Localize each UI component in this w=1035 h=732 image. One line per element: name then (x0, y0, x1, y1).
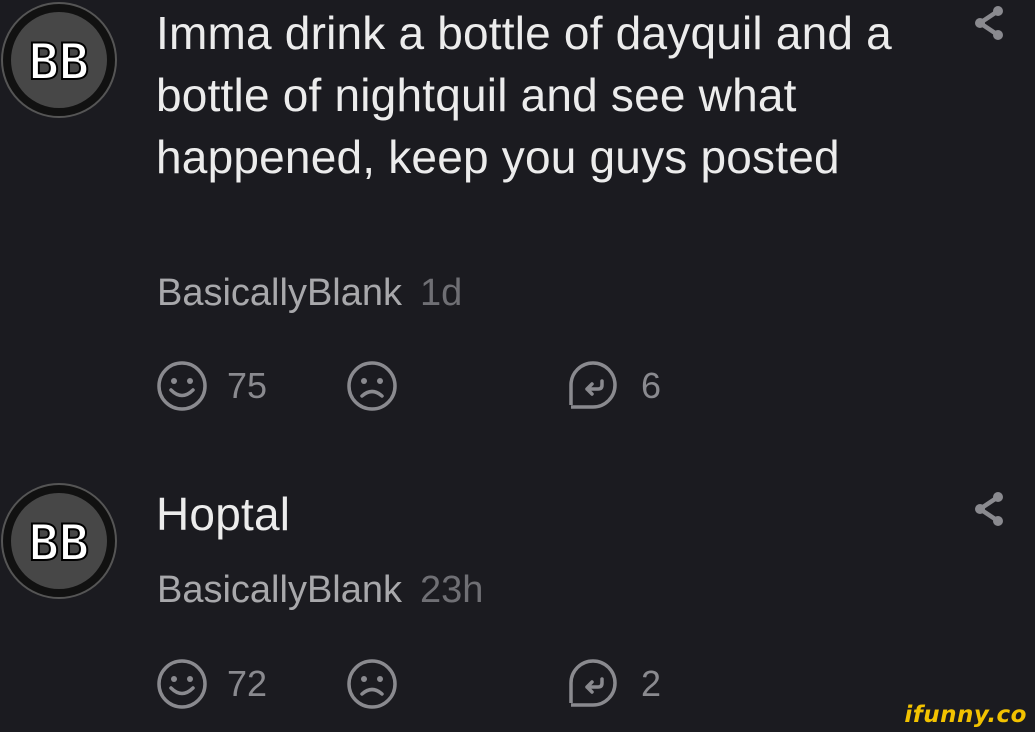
comment-author[interactable]: BasicallyBlank (157, 272, 402, 314)
dislike-button[interactable] (345, 360, 399, 412)
reply-count: 2 (641, 663, 662, 704)
avatar-image: BB (11, 12, 107, 108)
comment: BB Imma drink a bottle of dayquil and a … (0, 0, 1035, 430)
comment-meta: BasicallyBlank 23h (157, 565, 483, 615)
svg-text:BB: BB (29, 35, 89, 85)
comment-time: 23h (420, 569, 484, 611)
frown-icon (347, 361, 397, 411)
dislike-button[interactable] (345, 658, 399, 710)
comment-actions: 75 6 (155, 360, 715, 412)
ifunny-watermark: ifunny.co (904, 702, 1027, 728)
bb-logo-icon: BB (28, 35, 90, 85)
reply-icon (569, 361, 617, 409)
share-icon[interactable] (971, 4, 1007, 42)
comments-feed: BB Imma drink a bottle of dayquil and a … (0, 0, 1035, 732)
frown-icon (347, 659, 397, 709)
like-button[interactable]: 72 (155, 658, 267, 710)
like-count: 75 (227, 365, 268, 406)
svg-text:BB: BB (29, 516, 89, 566)
reply-count: 6 (641, 365, 662, 406)
smile-icon (157, 659, 207, 709)
avatar[interactable]: BB (1, 483, 117, 599)
share-icon[interactable] (971, 490, 1007, 528)
like-count: 72 (227, 663, 268, 704)
comment-text: Hoptal (156, 488, 291, 540)
comment-meta: BasicallyBlank 1d (157, 268, 462, 318)
comment-text: Imma drink a bottle of dayquil and a bot… (156, 7, 892, 183)
smile-icon (157, 361, 207, 411)
reply-icon (569, 659, 617, 707)
comment-author[interactable]: BasicallyBlank (157, 569, 402, 611)
comment-actions: 72 2 (155, 658, 715, 710)
avatar[interactable]: BB (1, 2, 117, 118)
comment: BB Hoptal BasicallyBlank 23h 72 2 (0, 480, 1035, 720)
bb-logo-icon: BB (28, 516, 90, 566)
comment-time: 1d (420, 272, 463, 314)
reply-button[interactable]: 6 (565, 360, 661, 412)
avatar-image: BB (11, 493, 107, 589)
reply-button[interactable]: 2 (565, 658, 661, 710)
like-button[interactable]: 75 (155, 360, 267, 412)
